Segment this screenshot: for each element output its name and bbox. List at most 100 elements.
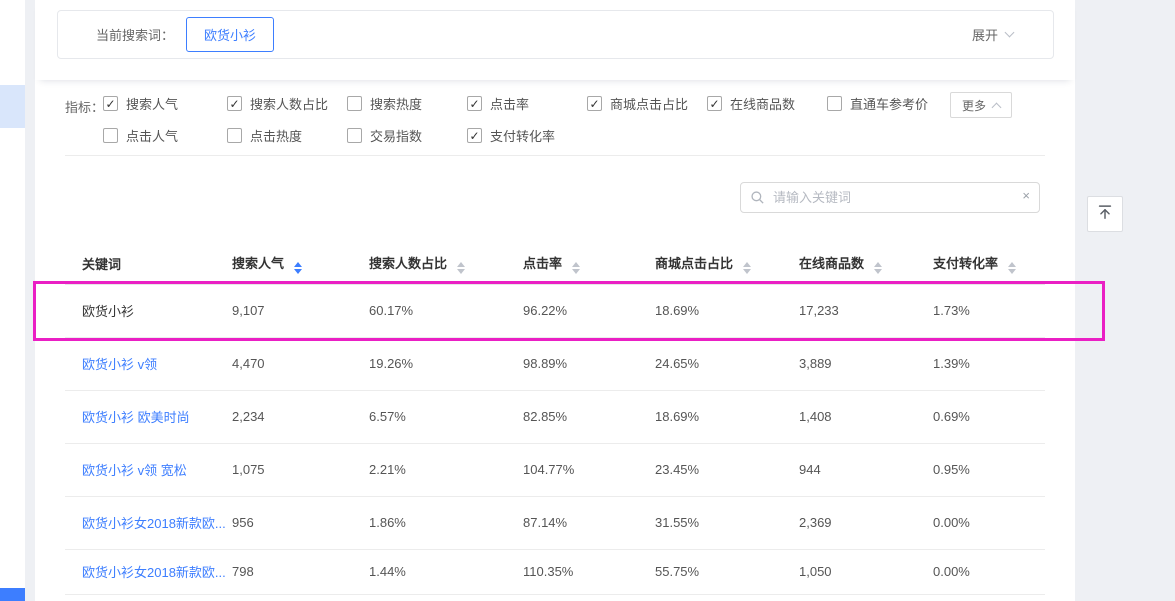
checkbox-icon[interactable] xyxy=(707,96,722,111)
metric-checkbox-点击人气[interactable]: 点击人气 xyxy=(103,126,227,145)
metric-label: 直通车参考价 xyxy=(850,94,928,113)
value-cell: 1,075 xyxy=(215,443,352,496)
expand-toggle[interactable]: 展开 xyxy=(972,25,1013,44)
metric-label: 支付转化率 xyxy=(490,126,555,145)
column-label: 商城点击占比 xyxy=(655,256,733,271)
checkbox-icon[interactable] xyxy=(347,96,362,111)
keyword-search-input[interactable] xyxy=(740,182,1040,213)
value-cell: 3,889 xyxy=(782,337,916,390)
more-label: 更多 xyxy=(962,97,986,114)
chevron-up-icon xyxy=(992,102,1002,112)
metric-label: 商城点击占比 xyxy=(610,94,688,113)
more-metrics-button[interactable]: 更多 xyxy=(950,92,1012,118)
value-cell: 55.75% xyxy=(638,549,782,594)
current-search-term-card: 当前搜索词： 欧货小衫 展开 xyxy=(57,10,1054,59)
keyword-link[interactable]: 欧货小衫 v领 宽松 xyxy=(82,463,187,478)
value-cell: 1.86% xyxy=(352,496,506,549)
value-cell: 17,233 xyxy=(782,284,916,337)
value-cell: 31.55% xyxy=(638,496,782,549)
column-label: 支付转化率 xyxy=(933,256,998,271)
expand-label: 展开 xyxy=(972,25,998,44)
metric-checkbox-搜索人数占比[interactable]: 搜索人数占比 xyxy=(227,94,347,113)
sort-icon[interactable] xyxy=(743,262,751,274)
value-cell: 0.69% xyxy=(916,390,1045,443)
sort-icon[interactable] xyxy=(457,262,465,274)
value-cell: 1.39% xyxy=(916,337,1045,390)
value-cell: 18.69% xyxy=(638,284,782,337)
column-header-mall-click-share[interactable]: 商城点击占比 xyxy=(638,243,782,284)
current-term-label: 当前搜索词： xyxy=(96,25,174,44)
value-cell: 96.22% xyxy=(506,284,638,337)
value-cell: 2,369 xyxy=(782,496,916,549)
value-cell: 2.21% xyxy=(352,443,506,496)
clear-search-icon[interactable]: × xyxy=(1022,188,1030,203)
checkbox-icon[interactable] xyxy=(587,96,602,111)
value-cell: 0.00% xyxy=(916,496,1045,549)
back-to-top-button[interactable] xyxy=(1087,196,1123,232)
value-cell: 110.35% xyxy=(506,549,638,594)
back-to-top-icon xyxy=(1096,203,1114,226)
keyword-link[interactable]: 欧货小衫 欧美时尚 xyxy=(82,410,190,425)
metric-checkbox-搜索人气[interactable]: 搜索人气 xyxy=(103,94,227,113)
metrics-label: 指标： xyxy=(65,97,104,116)
metric-checkbox-搜索热度[interactable]: 搜索热度 xyxy=(347,94,467,113)
value-cell: 944 xyxy=(782,443,916,496)
sort-icon[interactable] xyxy=(1008,262,1016,274)
column-header-online-products[interactable]: 在线商品数 xyxy=(782,243,916,284)
keyword-link[interactable]: 欧货小衫女2018新款欧... xyxy=(82,565,226,580)
value-cell: 4,470 xyxy=(215,337,352,390)
checkbox-icon[interactable] xyxy=(827,96,842,111)
keyword-link[interactable]: 欧货小衫女2018新款欧... xyxy=(82,516,226,531)
sort-icon[interactable] xyxy=(572,262,580,274)
column-label: 搜索人数占比 xyxy=(369,256,447,271)
value-cell: 98.89% xyxy=(506,337,638,390)
column-header-search-popularity[interactable]: 搜索人气 xyxy=(215,243,352,284)
value-cell: 104.77% xyxy=(506,443,638,496)
top-band: 当前搜索词： 欧货小衫 展开 xyxy=(35,0,1075,80)
keyword-table: 关键词 搜索人气 搜索人数占比 点击率 商城点击占 xyxy=(65,243,1045,595)
table-header-row: 关键词 搜索人气 搜索人数占比 点击率 商城点击占 xyxy=(65,243,1045,284)
metric-checkbox-商城点击占比[interactable]: 商城点击占比 xyxy=(587,94,707,113)
checkbox-icon[interactable] xyxy=(347,128,362,143)
value-cell: 956 xyxy=(215,496,352,549)
value-cell: 1,050 xyxy=(782,549,916,594)
column-label: 在线商品数 xyxy=(799,256,864,271)
value-cell: 24.65% xyxy=(638,337,782,390)
metric-checkbox-交易指数[interactable]: 交易指数 xyxy=(347,126,467,145)
value-cell: 798 xyxy=(215,549,352,594)
checkbox-icon[interactable] xyxy=(103,96,118,111)
metric-label: 搜索热度 xyxy=(370,94,422,113)
column-header-searcher-share[interactable]: 搜索人数占比 xyxy=(352,243,506,284)
column-label: 关键词 xyxy=(82,257,121,272)
value-cell: 23.45% xyxy=(638,443,782,496)
section-divider xyxy=(65,155,1045,156)
checkbox-icon[interactable] xyxy=(227,96,242,111)
table-row: 欧货小衫 v领 宽松 1,075 2.21% 104.77% 23.45% 94… xyxy=(65,443,1045,496)
value-cell: 19.26% xyxy=(352,337,506,390)
metric-checkbox-在线商品数[interactable]: 在线商品数 xyxy=(707,94,827,113)
sort-icon[interactable] xyxy=(874,262,882,274)
keyword-search: × xyxy=(740,182,1040,213)
column-header-payment-conversion[interactable]: 支付转化率 xyxy=(916,243,1045,284)
chevron-down-icon xyxy=(1005,28,1015,38)
column-label: 搜索人气 xyxy=(232,256,284,271)
metric-label: 点击人气 xyxy=(126,126,178,145)
keyword-link[interactable]: 欧货小衫 v领 xyxy=(82,357,157,372)
checkbox-icon[interactable] xyxy=(467,128,482,143)
metric-checkbox-支付转化率[interactable]: 支付转化率 xyxy=(467,126,587,145)
value-cell: 2,234 xyxy=(215,390,352,443)
left-sidebar-edge xyxy=(0,0,25,601)
checkbox-icon[interactable] xyxy=(227,128,242,143)
checkbox-icon[interactable] xyxy=(467,96,482,111)
value-cell: 0.00% xyxy=(916,549,1045,594)
sidebar-active-item-sliver[interactable] xyxy=(0,85,25,128)
table-row: 欧货小衫 v领 4,470 19.26% 98.89% 24.65% 3,889… xyxy=(65,337,1045,390)
current-term-tag[interactable]: 欧货小衫 xyxy=(186,17,274,52)
metric-checkbox-点击率[interactable]: 点击率 xyxy=(467,94,587,113)
checkbox-icon[interactable] xyxy=(103,128,118,143)
metric-checkbox-点击热度[interactable]: 点击热度 xyxy=(227,126,347,145)
value-cell: 0.95% xyxy=(916,443,1045,496)
metric-label: 点击率 xyxy=(490,94,529,113)
sort-icon[interactable] xyxy=(294,262,302,274)
column-header-click-rate[interactable]: 点击率 xyxy=(506,243,638,284)
